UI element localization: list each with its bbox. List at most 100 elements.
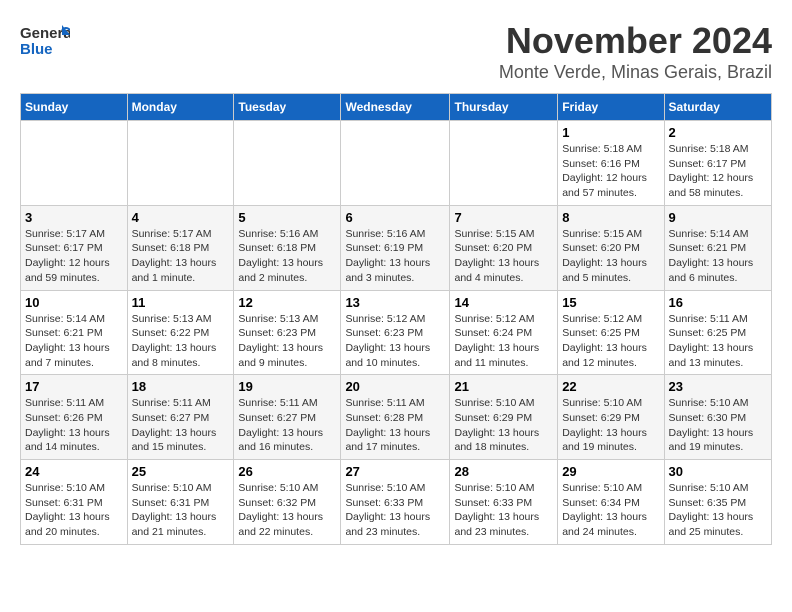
day-number: 8 xyxy=(562,210,659,225)
calendar-cell xyxy=(341,121,450,206)
day-info: Sunrise: 5:10 AM Sunset: 6:30 PM Dayligh… xyxy=(669,396,767,455)
calendar-cell: 3 Sunrise: 5:17 AM Sunset: 6:17 PM Daylig… xyxy=(21,205,128,290)
day-number: 16 xyxy=(669,295,767,310)
page-header: General Blue November 2024 Monte Verde, … xyxy=(20,20,772,83)
calendar-cell: 23 Sunrise: 5:10 AM Sunset: 6:30 PM Dayli… xyxy=(664,375,771,460)
day-info: Sunrise: 5:10 AM Sunset: 6:34 PM Dayligh… xyxy=(562,481,659,540)
day-info: Sunrise: 5:10 AM Sunset: 6:31 PM Dayligh… xyxy=(132,481,230,540)
day-number: 20 xyxy=(345,379,445,394)
calendar-cell: 28Sunrise: 5:10 AM Sunset: 6:33 PM Dayli… xyxy=(450,460,558,545)
calendar-cell: 19 Sunrise: 5:11 AM Sunset: 6:27 PM Dayli… xyxy=(234,375,341,460)
day-number: 9 xyxy=(669,210,767,225)
weekday-header-monday: Monday xyxy=(127,94,234,121)
day-info: Sunrise: 5:10 AM Sunset: 6:33 PM Dayligh… xyxy=(454,481,553,540)
calendar-cell: 10Sunrise: 5:14 AM Sunset: 6:21 PM Dayli… xyxy=(21,290,128,375)
day-number: 11 xyxy=(132,295,230,310)
day-info: Sunrise: 5:17 AM Sunset: 6:17 PM Dayligh… xyxy=(25,227,123,286)
day-number: 29 xyxy=(562,464,659,479)
day-number: 21 xyxy=(454,379,553,394)
calendar-cell: 11 Sunrise: 5:13 AM Sunset: 6:22 PM Dayli… xyxy=(127,290,234,375)
day-info: Sunrise: 5:13 AM Sunset: 6:23 PM Dayligh… xyxy=(238,312,336,371)
weekday-header-tuesday: Tuesday xyxy=(234,94,341,121)
logo: General Blue xyxy=(20,20,70,60)
week-row-5: 24 Sunrise: 5:10 AM Sunset: 6:31 PM Dayli… xyxy=(21,460,772,545)
calendar-cell: 26 Sunrise: 5:10 AM Sunset: 6:32 PM Dayli… xyxy=(234,460,341,545)
calendar-cell: 18 Sunrise: 5:11 AM Sunset: 6:27 PM Dayli… xyxy=(127,375,234,460)
calendar-cell: 6 Sunrise: 5:16 AM Sunset: 6:19 PM Daylig… xyxy=(341,205,450,290)
day-number: 18 xyxy=(132,379,230,394)
day-number: 30 xyxy=(669,464,767,479)
svg-text:Blue: Blue xyxy=(20,41,53,58)
calendar-cell: 15Sunrise: 5:12 AM Sunset: 6:25 PM Dayli… xyxy=(558,290,664,375)
calendar-cell: 5Sunrise: 5:16 AM Sunset: 6:18 PM Daylig… xyxy=(234,205,341,290)
logo-icon: General Blue xyxy=(20,20,70,60)
day-number: 17 xyxy=(25,379,123,394)
day-number: 4 xyxy=(132,210,230,225)
week-row-2: 3 Sunrise: 5:17 AM Sunset: 6:17 PM Daylig… xyxy=(21,205,772,290)
day-info: Sunrise: 5:11 AM Sunset: 6:26 PM Dayligh… xyxy=(25,396,123,455)
calendar-cell: 9 Sunrise: 5:14 AM Sunset: 6:21 PM Daylig… xyxy=(664,205,771,290)
calendar-cell: 24 Sunrise: 5:10 AM Sunset: 6:31 PM Dayli… xyxy=(21,460,128,545)
day-number: 14 xyxy=(454,295,553,310)
day-number: 2 xyxy=(669,125,767,140)
day-info: Sunrise: 5:13 AM Sunset: 6:22 PM Dayligh… xyxy=(132,312,230,371)
day-info: Sunrise: 5:11 AM Sunset: 6:28 PM Dayligh… xyxy=(345,396,445,455)
calendar-cell: 13 Sunrise: 5:12 AM Sunset: 6:23 PM Dayli… xyxy=(341,290,450,375)
day-info: Sunrise: 5:11 AM Sunset: 6:27 PM Dayligh… xyxy=(132,396,230,455)
day-info: Sunrise: 5:11 AM Sunset: 6:27 PM Dayligh… xyxy=(238,396,336,455)
day-info: Sunrise: 5:12 AM Sunset: 6:24 PM Dayligh… xyxy=(454,312,553,371)
day-number: 10 xyxy=(25,295,123,310)
calendar-cell: 29 Sunrise: 5:10 AM Sunset: 6:34 PM Dayli… xyxy=(558,460,664,545)
day-info: Sunrise: 5:14 AM Sunset: 6:21 PM Dayligh… xyxy=(669,227,767,286)
day-info: Sunrise: 5:11 AM Sunset: 6:25 PM Dayligh… xyxy=(669,312,767,371)
day-number: 12 xyxy=(238,295,336,310)
day-number: 22 xyxy=(562,379,659,394)
day-number: 6 xyxy=(345,210,445,225)
calendar-title-section: November 2024 Monte Verde, Minas Gerais,… xyxy=(499,20,772,83)
calendar-cell xyxy=(450,121,558,206)
day-number: 24 xyxy=(25,464,123,479)
week-row-4: 17 Sunrise: 5:11 AM Sunset: 6:26 PM Dayli… xyxy=(21,375,772,460)
calendar-cell: 30 Sunrise: 5:10 AM Sunset: 6:35 PM Dayli… xyxy=(664,460,771,545)
weekday-header-wednesday: Wednesday xyxy=(341,94,450,121)
day-number: 3 xyxy=(25,210,123,225)
day-info: Sunrise: 5:10 AM Sunset: 6:31 PM Dayligh… xyxy=(25,481,123,540)
day-info: Sunrise: 5:15 AM Sunset: 6:20 PM Dayligh… xyxy=(562,227,659,286)
day-number: 25 xyxy=(132,464,230,479)
day-number: 26 xyxy=(238,464,336,479)
calendar-cell: 25 Sunrise: 5:10 AM Sunset: 6:31 PM Dayli… xyxy=(127,460,234,545)
calendar-cell: 27Sunrise: 5:10 AM Sunset: 6:33 PM Dayli… xyxy=(341,460,450,545)
calendar-cell: 14 Sunrise: 5:12 AM Sunset: 6:24 PM Dayli… xyxy=(450,290,558,375)
day-info: Sunrise: 5:10 AM Sunset: 6:29 PM Dayligh… xyxy=(562,396,659,455)
calendar-cell: 17 Sunrise: 5:11 AM Sunset: 6:26 PM Dayli… xyxy=(21,375,128,460)
calendar-cell: 2 Sunrise: 5:18 AM Sunset: 6:17 PM Daylig… xyxy=(664,121,771,206)
day-info: Sunrise: 5:17 AM Sunset: 6:18 PM Dayligh… xyxy=(132,227,230,286)
day-number: 27 xyxy=(345,464,445,479)
month-year-title: November 2024 xyxy=(499,20,772,62)
day-number: 23 xyxy=(669,379,767,394)
day-info: Sunrise: 5:18 AM Sunset: 6:17 PM Dayligh… xyxy=(669,142,767,201)
calendar-cell: 8 Sunrise: 5:15 AM Sunset: 6:20 PM Daylig… xyxy=(558,205,664,290)
day-info: Sunrise: 5:10 AM Sunset: 6:35 PM Dayligh… xyxy=(669,481,767,540)
calendar-cell: 4 Sunrise: 5:17 AM Sunset: 6:18 PM Daylig… xyxy=(127,205,234,290)
calendar-cell xyxy=(234,121,341,206)
day-info: Sunrise: 5:16 AM Sunset: 6:19 PM Dayligh… xyxy=(345,227,445,286)
day-info: Sunrise: 5:12 AM Sunset: 6:25 PM Dayligh… xyxy=(562,312,659,371)
calendar-cell xyxy=(21,121,128,206)
week-row-1: 1Sunrise: 5:18 AM Sunset: 6:16 PM Daylig… xyxy=(21,121,772,206)
calendar-cell: 1Sunrise: 5:18 AM Sunset: 6:16 PM Daylig… xyxy=(558,121,664,206)
location-subtitle: Monte Verde, Minas Gerais, Brazil xyxy=(499,62,772,83)
day-number: 7 xyxy=(454,210,553,225)
weekday-header-sunday: Sunday xyxy=(21,94,128,121)
calendar-cell: 22 Sunrise: 5:10 AM Sunset: 6:29 PM Dayli… xyxy=(558,375,664,460)
calendar-cell: 16 Sunrise: 5:11 AM Sunset: 6:25 PM Dayli… xyxy=(664,290,771,375)
day-info: Sunrise: 5:10 AM Sunset: 6:29 PM Dayligh… xyxy=(454,396,553,455)
day-info: Sunrise: 5:10 AM Sunset: 6:32 PM Dayligh… xyxy=(238,481,336,540)
day-info: Sunrise: 5:12 AM Sunset: 6:23 PM Dayligh… xyxy=(345,312,445,371)
calendar-table: SundayMondayTuesdayWednesdayThursdayFrid… xyxy=(20,93,772,545)
calendar-cell xyxy=(127,121,234,206)
weekday-header-friday: Friday xyxy=(558,94,664,121)
day-number: 13 xyxy=(345,295,445,310)
day-info: Sunrise: 5:15 AM Sunset: 6:20 PM Dayligh… xyxy=(454,227,553,286)
day-number: 19 xyxy=(238,379,336,394)
